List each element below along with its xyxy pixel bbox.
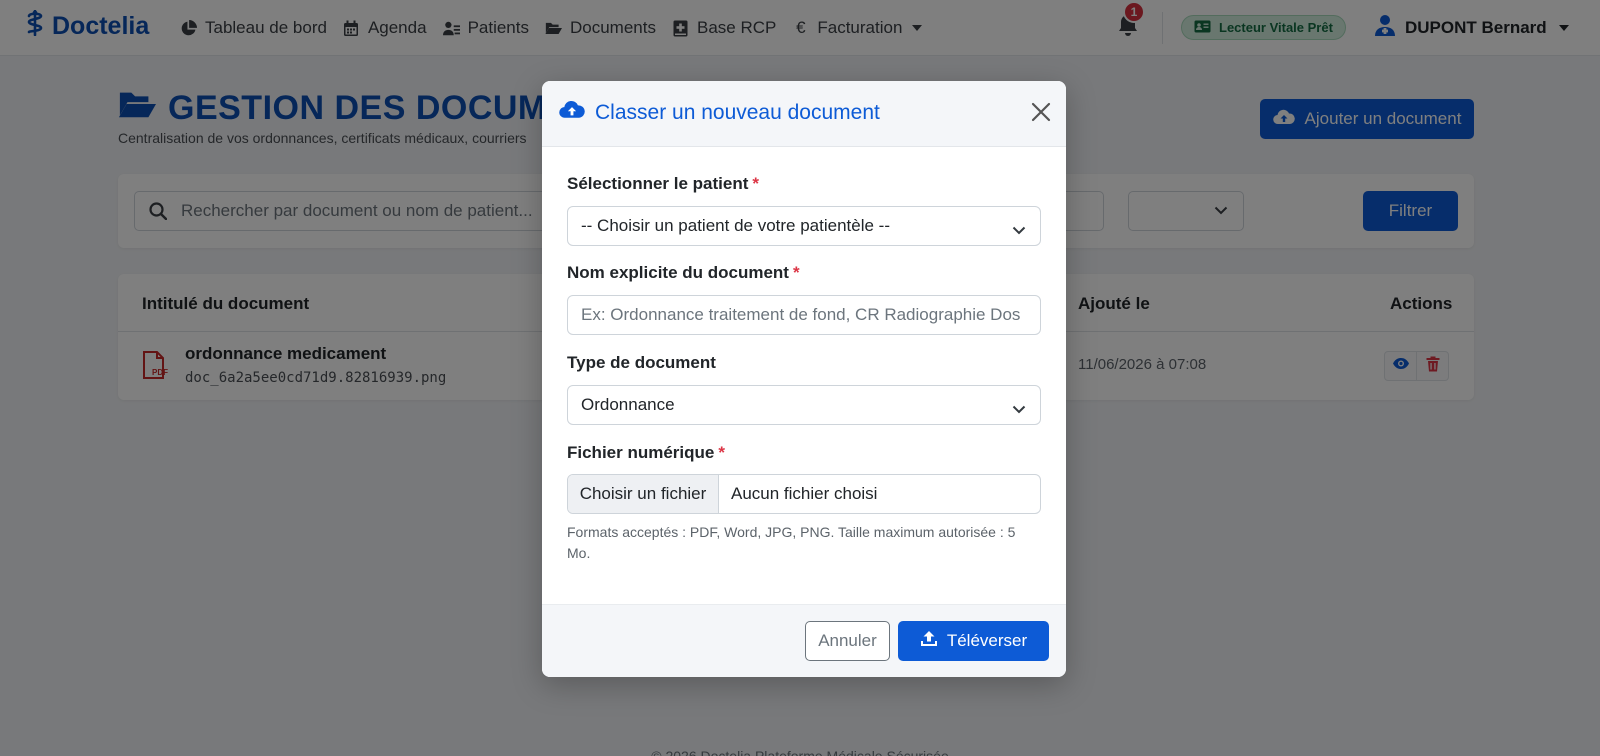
file-help-text: Formats acceptés : PDF, Word, JPG, PNG. … <box>567 524 1016 561</box>
upload-document-modal: Classer un nouveau document Sélectionner… <box>542 81 1066 677</box>
document-name-field-label: Nom explicite du document * <box>567 263 800 283</box>
patient-label-text: Sélectionner le patient <box>567 174 749 193</box>
choose-file-button[interactable]: Choisir un fichier <box>568 475 719 513</box>
document-name-field <box>567 295 1041 335</box>
cloud-upload-icon <box>559 100 585 125</box>
patient-select[interactable]: -- Choisir un patient de votre patientèl… <box>567 206 1041 246</box>
file-label-text: Fichier numérique <box>567 443 715 462</box>
file-field-label: Fichier numérique * <box>567 443 725 463</box>
modal-header: Classer un nouveau document <box>542 81 1066 147</box>
upload-icon <box>920 630 938 652</box>
modal-title-text: Classer un nouveau document <box>595 100 880 124</box>
required-mark: * <box>718 443 725 462</box>
chevron-down-icon <box>1012 220 1026 240</box>
document-type-select[interactable]: Ordonnance <box>567 385 1041 425</box>
upload-button-label: Téléverser <box>946 631 1028 650</box>
document-name-label-text: Nom explicite du document <box>567 263 789 282</box>
patient-select-value: -- Choisir un patient de votre patientèl… <box>581 216 890 235</box>
patient-field-label: Sélectionner le patient * <box>567 174 759 194</box>
file-name-display: Aucun fichier choisi <box>731 484 878 503</box>
close-icon[interactable] <box>1030 101 1054 125</box>
required-mark: * <box>752 174 760 193</box>
chevron-down-icon <box>1012 399 1026 419</box>
cancel-button[interactable]: Annuler <box>805 621 890 661</box>
document-type-field-label: Type de document <box>567 353 716 372</box>
modal-title: Classer un nouveau document <box>559 100 880 125</box>
required-mark: * <box>792 263 800 282</box>
upload-button[interactable]: Téléverser <box>898 621 1049 661</box>
file-input: Choisir un fichier Aucun fichier choisi <box>567 474 1041 514</box>
modal-footer: Annuler Téléverser <box>542 604 1066 677</box>
document-type-value: Ordonnance <box>581 395 675 414</box>
document-name-input[interactable] <box>581 305 1021 325</box>
